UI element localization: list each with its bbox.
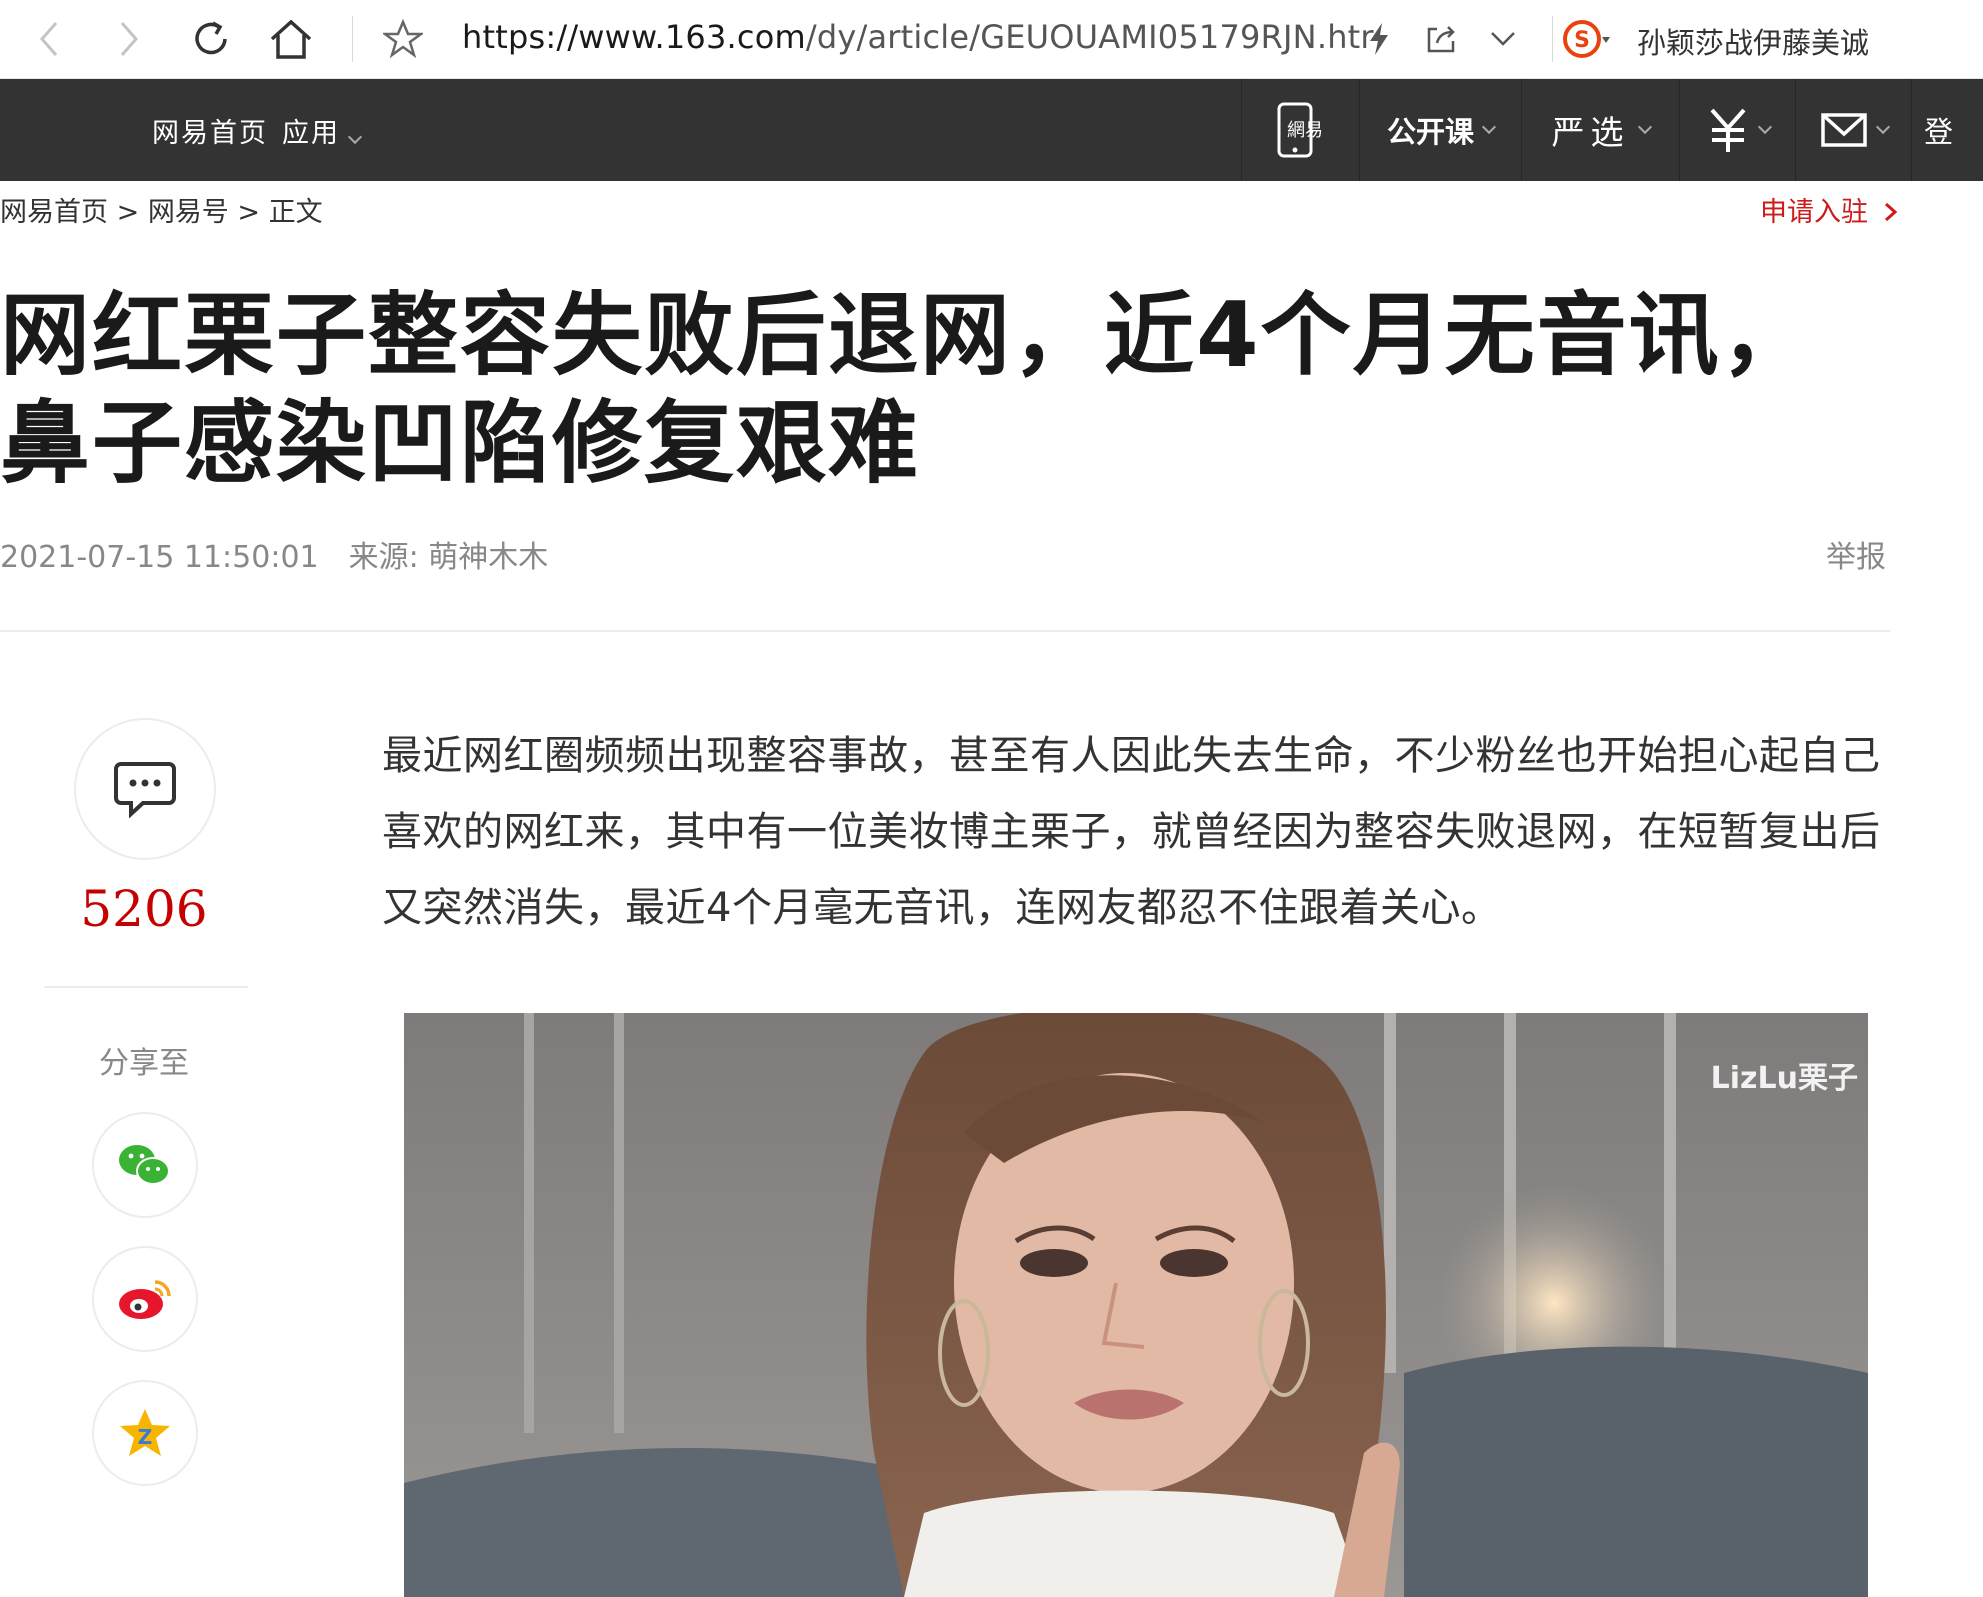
- nav-apps-label: 应用: [282, 118, 340, 149]
- breadcrumb: 网易首页 > 网易号 > 正文: [0, 190, 323, 229]
- chevron-down-icon: [1875, 119, 1890, 135]
- apply-join-label: 申请入驻: [1760, 197, 1868, 228]
- breadcrumb-home[interactable]: 网易首页: [0, 197, 108, 228]
- mobile-label: 網易: [1287, 120, 1323, 141]
- site-top-nav: 网易首页 应用 網易 公开课 严选 登: [0, 79, 1983, 181]
- sogou-logo-icon[interactable]: S: [1562, 14, 1612, 64]
- url-host: https://www.163.com: [462, 18, 806, 56]
- login-link[interactable]: 登: [1911, 79, 1983, 181]
- apply-join-link[interactable]: 申请入驻: [1760, 190, 1899, 229]
- share-qzone-button[interactable]: Z: [92, 1380, 198, 1486]
- share-weibo-button[interactable]: [92, 1246, 198, 1352]
- weibo-icon: [119, 1280, 171, 1319]
- lightning-icon[interactable]: [1354, 14, 1404, 64]
- login-label: 登: [1924, 115, 1954, 149]
- toolbar-divider: [352, 16, 353, 62]
- breadcrumb-separator: >: [116, 197, 140, 228]
- wallet-menu[interactable]: [1679, 79, 1795, 181]
- nav-home-link[interactable]: 网易首页: [152, 111, 268, 150]
- header-divider: [0, 630, 1890, 632]
- chevron-down-icon: [1481, 119, 1497, 135]
- search-suggestion[interactable]: 孙颖莎战伊藤美诚: [1637, 20, 1869, 62]
- article-source[interactable]: 来源: 萌神木木: [349, 540, 549, 575]
- qzone-icon: Z: [120, 1409, 170, 1456]
- mail-menu[interactable]: [1795, 79, 1911, 181]
- open-course-menu[interactable]: 公开课: [1359, 79, 1521, 181]
- article-title: 网红栗子整容失败后退网，近4个月无音讯，鼻子感染凹陷修复艰难: [0, 283, 1813, 496]
- forward-arrow-icon[interactable]: [104, 14, 154, 64]
- article-meta: 2021-07-15 11:50:01 来源: 萌神木木: [0, 532, 548, 576]
- chevron-down-icon: [1637, 119, 1652, 135]
- breadcrumb-current: 正文: [268, 197, 323, 228]
- yen-icon: [1710, 108, 1745, 152]
- share-icon[interactable]: [1416, 14, 1466, 64]
- svg-text:S: S: [1574, 28, 1590, 53]
- breadcrumb-separator: >: [237, 197, 261, 228]
- chevron-down-icon: [347, 129, 363, 145]
- nav-apps-menu[interactable]: 应用: [282, 111, 363, 150]
- open-course-label: 公开课: [1386, 115, 1474, 149]
- article-datetime: 2021-07-15 11:50:01: [0, 540, 319, 575]
- chevron-right-icon: [1884, 202, 1897, 222]
- yanxuan-label: 严选: [1551, 113, 1630, 152]
- report-link[interactable]: 举报: [1826, 532, 1886, 576]
- url-path: /dy/article/GEUOUAMI05179RJN.htr: [805, 18, 1374, 56]
- mail-icon: [1820, 113, 1867, 147]
- share-wechat-button[interactable]: [92, 1112, 198, 1218]
- comment-count[interactable]: 5206: [44, 880, 244, 938]
- mobile-phone-icon: 網易: [1277, 102, 1323, 158]
- comment-bubble-icon: [114, 762, 176, 818]
- article-paragraph: 最近网红圈频频出现整容事故，甚至有人因此失去生命，不少粉丝也开始担心起自己喜欢的…: [382, 733, 1881, 931]
- image-watermark: LizLu栗子: [1710, 1061, 1858, 1096]
- browser-toolbar: https://www.163.com/dy/article/GEUOUAMI0…: [0, 0, 1983, 79]
- breadcrumb-section[interactable]: 网易号: [148, 197, 229, 228]
- wechat-icon: [119, 1145, 170, 1185]
- star-icon[interactable]: [378, 14, 428, 64]
- yanxuan-menu[interactable]: 严选: [1521, 79, 1679, 181]
- chevron-down-icon: [1757, 119, 1772, 135]
- reload-icon[interactable]: [186, 14, 236, 64]
- home-icon[interactable]: [266, 14, 316, 64]
- toolbar-divider: [1552, 16, 1553, 62]
- side-divider: [44, 986, 248, 988]
- portrait-photo-illustration: [404, 1013, 1868, 1597]
- chevron-down-icon[interactable]: [1478, 14, 1528, 64]
- address-bar[interactable]: https://www.163.com/dy/article/GEUOUAMI0…: [462, 18, 1374, 56]
- svg-text:Z: Z: [138, 1425, 153, 1449]
- share-label: 分享至: [99, 1046, 189, 1081]
- mobile-app-button[interactable]: 網易: [1241, 79, 1359, 181]
- article-image: LizLu栗子: [404, 1013, 1868, 1597]
- comment-button[interactable]: [74, 718, 216, 860]
- back-arrow-icon[interactable]: [24, 14, 74, 64]
